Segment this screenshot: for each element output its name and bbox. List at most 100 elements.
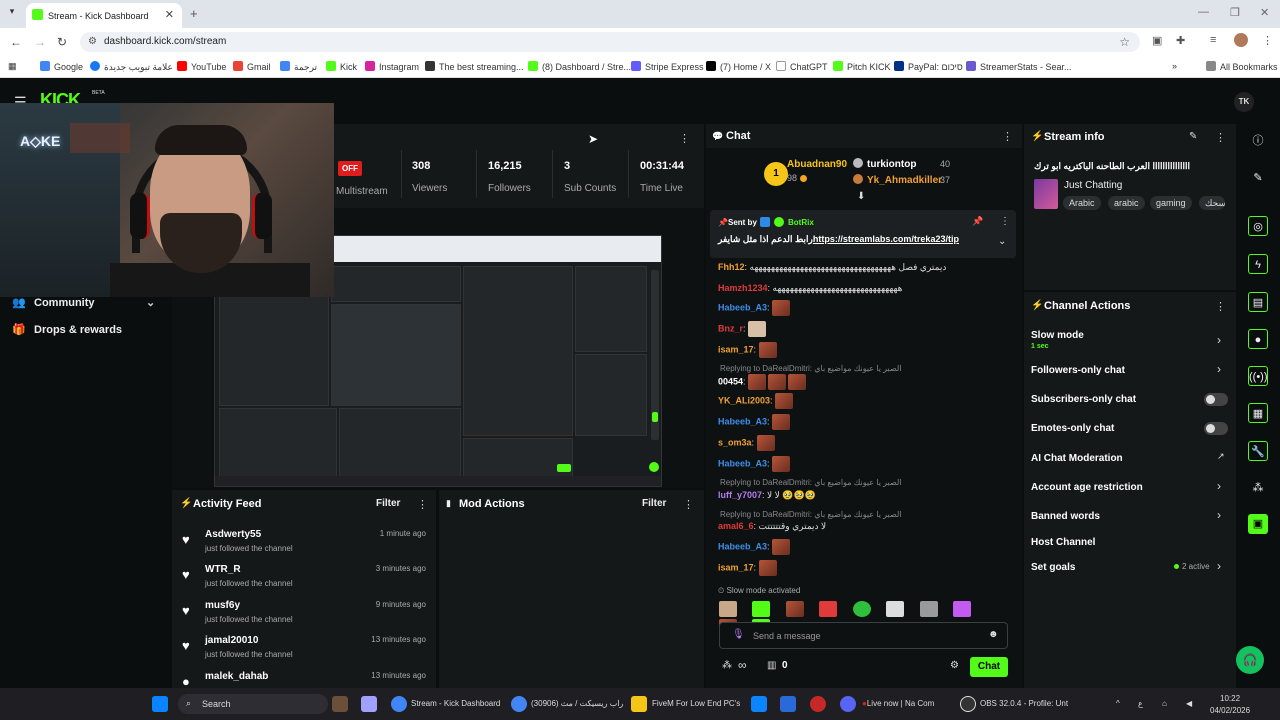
emote-option[interactable] — [719, 600, 737, 617]
taskbar-item[interactable]: ●Live now | Na Com — [862, 699, 934, 708]
bookmark-item[interactable]: PayPal: סיכום — [894, 61, 963, 72]
tag[interactable]: gaming — [1150, 196, 1192, 210]
store-icon[interactable] — [751, 696, 767, 712]
external-link-icon[interactable]: ↗ — [1217, 451, 1225, 462]
broadcast-icon[interactable]: ((•)) — [1248, 366, 1268, 386]
language-indicator[interactable]: ع — [1138, 699, 1143, 708]
stats-menu-icon[interactable]: ⋮ — [679, 132, 690, 145]
bookmark-item[interactable]: (8) Dashboard / Stre... — [528, 61, 631, 72]
taskbar-item[interactable]: FiveM For Low End PC's — [652, 699, 740, 708]
url-field[interactable]: ⚙ dashboard.kick.com/stream ☆ — [80, 32, 1140, 52]
ai-moderation-item[interactable]: AI Chat Moderation — [1031, 453, 1123, 464]
emoji-icon[interactable]: ☻ — [988, 629, 999, 640]
bookmark-item[interactable]: Google — [40, 61, 83, 72]
profile-avatar[interactable] — [1234, 33, 1248, 47]
bookmark-item[interactable]: Pitch KICK — [833, 61, 891, 72]
emotes-only-toggle[interactable] — [1204, 422, 1228, 435]
edit-icon[interactable]: ✎ — [1189, 131, 1197, 142]
followers-only-item[interactable]: Followers-only chat — [1031, 365, 1125, 376]
leaderboard-third[interactable]: Yk_Ahmadkiller — [853, 174, 942, 186]
app-icon[interactable] — [780, 696, 796, 712]
minimize-icon[interactable]: — — [1198, 6, 1209, 18]
bookmark-item[interactable]: YouTube — [177, 61, 226, 72]
gift-icon[interactable]: ▥ — [767, 660, 776, 671]
restore-icon[interactable]: ❐ — [1230, 6, 1240, 19]
sidebar-item-drops[interactable]: 🎁 Drops & rewards — [12, 323, 122, 336]
chevron-right-icon[interactable]: › — [1217, 333, 1221, 347]
chat-menu-icon[interactable]: ⋮ — [1002, 130, 1013, 143]
windows-start-icon[interactable] — [152, 696, 168, 712]
leaderboard-first-name[interactable]: Abuadnan90 — [787, 159, 847, 170]
multistream-label[interactable]: Multistream — [336, 186, 388, 197]
account-age-item[interactable]: Account age restriction — [1031, 482, 1143, 493]
activity-menu-icon[interactable]: ⋮ — [417, 498, 428, 511]
taskbar-app-icon[interactable] — [361, 696, 377, 712]
capture-icon[interactable]: ◎ — [1248, 216, 1268, 236]
bookmark-item[interactable]: (7) Home / X — [706, 61, 771, 72]
mod-menu-icon[interactable]: ⋮ — [683, 498, 694, 511]
pencil-icon[interactable]: ✎ — [1248, 168, 1268, 188]
chat-bubble-icon[interactable]: ● — [1248, 329, 1268, 349]
taskbar-app-icon[interactable] — [332, 696, 348, 712]
banned-words-item[interactable]: Banned words — [1031, 511, 1100, 522]
browser-tab[interactable]: Stream - Kick Dashboard ✕ — [26, 3, 182, 28]
discord-icon[interactable] — [840, 696, 856, 712]
wrench-icon[interactable]: 🔧 — [1248, 441, 1268, 461]
network-icon[interactable]: ⌂ — [1162, 699, 1167, 708]
emote-option[interactable] — [953, 600, 972, 617]
app-icon[interactable] — [810, 696, 826, 712]
subscribers-only-toggle[interactable] — [1204, 393, 1228, 406]
close-tab-icon[interactable]: ✕ — [165, 8, 174, 21]
site-info-icon[interactable]: ⚙ — [88, 32, 97, 52]
forward-icon[interactable]: → — [34, 35, 46, 49]
bookmark-item[interactable]: علامة تبويب جديدة — [90, 61, 173, 73]
clock-time[interactable]: 10:22 — [1220, 694, 1240, 703]
chevron-right-icon[interactable]: › — [1217, 479, 1221, 493]
apps-icon[interactable]: ⁂ — [1248, 478, 1268, 498]
chat-message-input[interactable]: 🎙 Send a message ☻ — [719, 622, 1008, 649]
chrome-icon[interactable] — [391, 696, 407, 712]
volume-icon[interactable]: ◀ — [1186, 699, 1192, 708]
new-tab-icon[interactable]: + — [190, 6, 198, 21]
emote-option[interactable] — [752, 600, 771, 617]
taskbar-item[interactable]: OBS 32.0.4 - Profile: Unt — [980, 699, 1068, 708]
leaderboard-expand-icon[interactable]: ⬇ — [857, 191, 865, 202]
sidebar-item-community[interactable]: 👥 Community ⌄ — [12, 296, 155, 309]
kick-app-icon[interactable]: ▣ — [1248, 514, 1268, 534]
media-icon[interactable]: ≡ — [1210, 34, 1216, 46]
layout-icon[interactable]: ▦ — [1248, 403, 1268, 423]
channel-actions-menu-icon[interactable]: ⋮ — [1215, 300, 1226, 313]
apps-icon[interactable]: ▦ — [8, 61, 17, 72]
pinned-menu-icon[interactable]: ⋮ — [1000, 216, 1010, 227]
bookmark-item[interactable]: ChatGPT — [776, 61, 828, 72]
emote-option[interactable] — [886, 600, 905, 617]
info-icon[interactable]: ⓘ — [1248, 131, 1268, 151]
chevron-right-icon[interactable]: › — [1217, 362, 1221, 376]
taskbar-item[interactable]: Stream - Kick Dashboard — [411, 699, 500, 708]
taskbar-search[interactable]: ⌕ Search — [178, 694, 328, 714]
send-chat-button[interactable]: Chat — [970, 657, 1008, 677]
host-channel-item[interactable]: Host Channel — [1031, 537, 1095, 548]
emote-option[interactable] — [919, 600, 938, 617]
support-headset-icon[interactable]: 🎧 — [1236, 646, 1264, 674]
menu-icon[interactable]: ⋮ — [1262, 34, 1273, 47]
category-thumbnail[interactable] — [1034, 179, 1058, 209]
chat-settings-icon[interactable]: ⚙ — [950, 660, 959, 671]
puzzle-icon[interactable]: ✚ — [1176, 34, 1185, 47]
emote-option[interactable] — [819, 600, 838, 617]
reload-icon[interactable]: ↻ — [57, 35, 67, 49]
mic-icon[interactable]: 🎙 — [732, 629, 745, 640]
folder-icon[interactable] — [631, 696, 647, 712]
chevron-right-icon[interactable]: › — [1217, 559, 1221, 573]
set-goals-item[interactable]: Set goals — [1031, 562, 1075, 573]
tag[interactable]: Arabic — [1063, 196, 1101, 210]
tag[interactable]: arabic — [1108, 196, 1145, 210]
bookmark-item[interactable]: Instagram — [365, 61, 419, 72]
more-bookmarks-icon[interactable]: » — [1172, 61, 1177, 71]
all-bookmarks[interactable]: All Bookmarks — [1206, 61, 1278, 72]
close-window-icon[interactable]: ✕ — [1260, 6, 1269, 19]
bookmark-item[interactable]: Kick — [326, 61, 357, 72]
clipboard-icon[interactable]: ▤ — [1248, 292, 1268, 312]
obs-icon[interactable] — [960, 696, 976, 712]
chrome-icon[interactable] — [511, 696, 527, 712]
